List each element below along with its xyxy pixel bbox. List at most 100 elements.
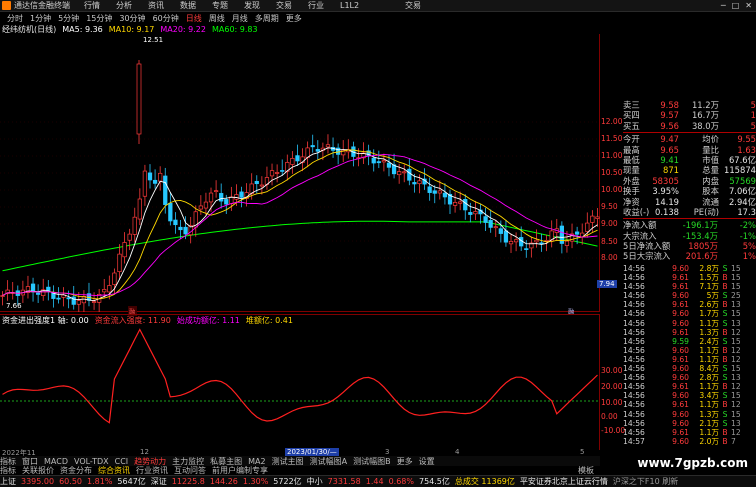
- trade-volume: 2.8万: [699, 264, 719, 273]
- index-status-bar: 上证 3395.00 60.50 1.81% 5647亿 深证 11225.8 …: [0, 475, 756, 487]
- flow-label: 5日净流入额: [623, 241, 671, 252]
- candle-body: [71, 296, 76, 305]
- stat-row: 现量 871 总量 115874: [623, 165, 756, 175]
- candle-body: [239, 191, 244, 198]
- candle-body: [402, 171, 407, 174]
- tool-tabs: 指标 关联报价 资金分布 综合资讯 行业资讯 互动问答 前用户编制专享 模板: [0, 466, 600, 475]
- price-tick: 10.50: [601, 168, 623, 177]
- index-name[interactable]: 上证: [0, 476, 16, 487]
- menu-zhuanti[interactable]: 专题: [212, 0, 228, 11]
- stat-value: 9.65: [660, 144, 679, 155]
- period-15min[interactable]: 15分钟: [86, 13, 112, 24]
- period-fenshi[interactable]: 分时: [7, 13, 23, 24]
- index-amount: 754.5亿: [418, 477, 450, 486]
- candle-body: [463, 198, 468, 211]
- trade-volume: 7.1万: [699, 282, 719, 292]
- period-monthly[interactable]: 月线: [232, 13, 248, 24]
- menu-hangye[interactable]: 行业: [308, 0, 324, 11]
- candle-body: [458, 201, 463, 204]
- period-more[interactable]: 更多: [286, 13, 302, 24]
- indicator-tab[interactable]: 设置: [419, 456, 435, 467]
- close-icon[interactable]: ✕: [745, 1, 752, 10]
- trade-button[interactable]: 交易: [405, 0, 421, 11]
- candle-body: [168, 202, 173, 222]
- app-logo-icon: [2, 1, 11, 10]
- ask-volume: 38.0万: [691, 120, 719, 131]
- candle-body: [498, 228, 503, 234]
- indicator-tab[interactable]: 更多: [397, 456, 413, 467]
- stat-label: 净资: [623, 196, 640, 207]
- candle-body: [442, 192, 448, 198]
- menu-faxian[interactable]: 发现: [244, 0, 260, 11]
- trade-direction: S: [722, 391, 728, 401]
- flow-pct: 1%: [742, 251, 756, 262]
- candlestick-chart[interactable]: 12.51 7.66: [0, 34, 600, 312]
- price-tick: 9.50: [601, 202, 618, 211]
- ask-extra: 5: [750, 120, 756, 131]
- trade-price: 9.61: [672, 382, 689, 392]
- maximize-icon[interactable]: □: [732, 1, 740, 10]
- indicator-tab[interactable]: 测试幅图A: [310, 456, 347, 467]
- period-60min[interactable]: 60分钟: [153, 13, 179, 24]
- trade-price: 9.61: [672, 273, 689, 283]
- trade-time: 14:56: [623, 345, 645, 355]
- trade-ticker[interactable]: 14:56 9.60 2.8万 S 15 14:56 9.61 1.5万 B 15 14:56 9.6…: [623, 264, 756, 456]
- trade-row: 14:56 9.60 2.8万 S 15: [623, 264, 756, 273]
- price-axis: 12.00 11.50 11.00 10.50 10.00 9.50 9.00 …: [597, 34, 623, 312]
- price-tick: 8.50: [601, 237, 618, 246]
- candle-body: [295, 155, 300, 162]
- trade-count: 15: [731, 391, 741, 401]
- index-change: 60.50: [59, 477, 82, 486]
- trade-time: 14:56: [623, 382, 645, 392]
- index-name[interactable]: 中小: [307, 476, 323, 487]
- menu-l1l2[interactable]: L1L2: [340, 1, 359, 10]
- index-name[interactable]: 深证: [151, 476, 167, 487]
- menu-fenxi[interactable]: 分析: [116, 0, 132, 11]
- ask-label: 买五: [623, 120, 640, 131]
- ask-label: 卖三: [623, 100, 640, 110]
- indicator-tab[interactable]: 测试主图: [272, 456, 304, 467]
- candle-body: [524, 248, 529, 250]
- price-tick: 10.00: [601, 185, 623, 194]
- trade-direction: S: [722, 318, 728, 328]
- menu-hangqing[interactable]: 行情: [84, 0, 100, 11]
- trade-time: 14:56: [623, 336, 645, 346]
- ask-extra: 1: [750, 110, 756, 121]
- candle-body: [36, 292, 41, 295]
- period-30min[interactable]: 30分钟: [119, 13, 145, 24]
- period-5min[interactable]: 5分钟: [58, 13, 79, 24]
- period-multi[interactable]: 多周期: [255, 13, 279, 24]
- minimize-icon[interactable]: ─: [721, 1, 726, 10]
- ask-label: 买四: [623, 110, 640, 121]
- trade-count: 15: [731, 364, 741, 374]
- candle-body: [198, 205, 203, 210]
- trade-volume: 2.6万: [699, 300, 719, 310]
- trade-volume: 1.1万: [699, 354, 719, 364]
- candle-body: [234, 194, 239, 200]
- candle-body: [376, 161, 381, 164]
- flow-pct: -1%: [739, 230, 756, 241]
- stat-value: 9.55: [737, 134, 756, 145]
- trade-volume: 3.4万: [699, 391, 719, 401]
- period-daily[interactable]: 日线: [186, 13, 202, 24]
- candle-body: [203, 201, 209, 209]
- menu-shuju[interactable]: 数据: [180, 0, 196, 11]
- watermark-text: www.7gpzb.com: [637, 456, 748, 470]
- menu-jiaoyi[interactable]: 交易: [276, 0, 292, 11]
- menu-zixun[interactable]: 资讯: [148, 0, 164, 11]
- ma20-label: MA20: 9.22: [160, 24, 206, 34]
- candle-body: [56, 297, 61, 300]
- sub-tick: 10.00: [601, 398, 623, 407]
- ma5-label: MA5: 9.36: [62, 24, 103, 34]
- indicator-tab[interactable]: 测试幅图B: [353, 456, 391, 467]
- stat-label: 现量: [623, 165, 640, 176]
- quote-panel: 卖三 9.58 11.2万 5 买四 9.57 16.7万 1 买五 9.56 …: [623, 100, 756, 268]
- period-1min[interactable]: 1分钟: [30, 13, 51, 24]
- sub-tick: -10.00: [601, 426, 626, 435]
- title-bar: 通达信金融终端 行情 分析 资讯 数据 专题 发现 交易 行业 L1L2 交易 …: [0, 0, 756, 12]
- capital-flow-chart[interactable]: [0, 314, 600, 450]
- period-weekly[interactable]: 周线: [209, 13, 225, 24]
- trade-row: 14:56 9.60 5万 S 25: [623, 291, 756, 300]
- trade-direction: S: [722, 418, 728, 428]
- trade-direction: S: [722, 291, 728, 301]
